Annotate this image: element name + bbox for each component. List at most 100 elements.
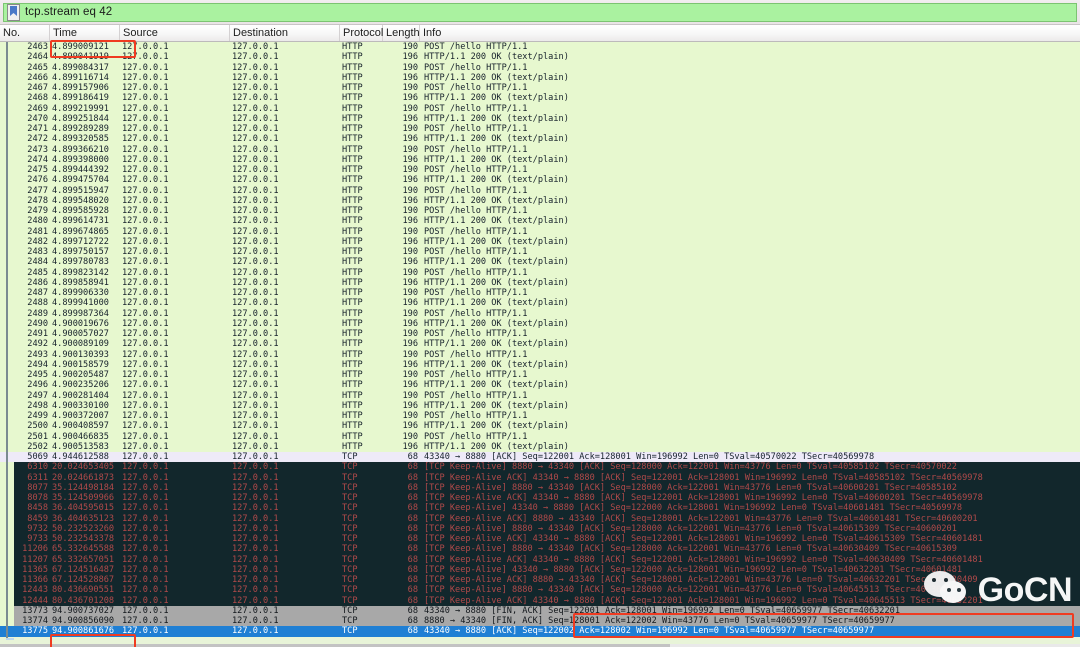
packet-length: 68: [385, 585, 418, 595]
packet-row[interactable]: 1244380.436690551127.0.0.1127.0.0.1TCP68…: [0, 585, 1080, 595]
packet-protocol: TCP: [342, 585, 358, 595]
packet-row[interactable]: 25004.900408597127.0.0.1127.0.0.1HTTP196…: [0, 421, 1080, 431]
packet-row[interactable]: 1120765.332657051127.0.0.1127.0.0.1TCP68…: [0, 555, 1080, 565]
column-header-no[interactable]: No.: [3, 27, 20, 39]
packet-time: 94.900737027: [52, 606, 114, 616]
packet-info: POST /hello HTTP/1.1: [424, 63, 527, 73]
packet-length: 68: [385, 493, 418, 503]
packet-row[interactable]: 24934.900130393127.0.0.1127.0.0.1HTTP190…: [0, 350, 1080, 360]
packet-row[interactable]: 807735.124498184127.0.0.1127.0.0.1TCP68[…: [0, 483, 1080, 493]
packet-no: 2469: [0, 104, 48, 114]
packet-row[interactable]: 24914.900057027127.0.0.1127.0.0.1HTTP190…: [0, 329, 1080, 339]
packet-row[interactable]: 24784.899548020127.0.0.1127.0.0.1HTTP196…: [0, 196, 1080, 206]
packet-row[interactable]: 24664.899116714127.0.0.1127.0.0.1HTTP196…: [0, 73, 1080, 83]
packet-row[interactable]: 25014.900466835127.0.0.1127.0.0.1HTTP190…: [0, 432, 1080, 442]
packet-info: 43340 → 8880 [FIN, ACK] Seq=122001 Ack=1…: [424, 606, 900, 616]
packet-time: 4.899585928: [52, 206, 109, 216]
packet-row[interactable]: 631120.024661873127.0.0.1127.0.0.1TCP68[…: [0, 473, 1080, 483]
packet-row[interactable]: 24724.899320585127.0.0.1127.0.0.1HTTP196…: [0, 134, 1080, 144]
packet-row[interactable]: 24654.899084317127.0.0.1127.0.0.1HTTP190…: [0, 63, 1080, 73]
packet-protocol: HTTP: [342, 411, 363, 421]
packet-destination: 127.0.0.1: [232, 237, 279, 247]
packet-row[interactable]: 24894.899987364127.0.0.1127.0.0.1HTTP190…: [0, 309, 1080, 319]
packet-no: 11366: [0, 575, 48, 585]
packet-row[interactable]: 845836.404595015127.0.0.1127.0.0.1TCP68[…: [0, 503, 1080, 513]
packet-protocol: TCP: [342, 514, 358, 524]
packet-info: HTTP/1.1 200 OK (text/plain): [424, 175, 569, 185]
packet-row[interactable]: 24704.899251844127.0.0.1127.0.0.1HTTP196…: [0, 114, 1080, 124]
packet-row[interactable]: 25024.900513583127.0.0.1127.0.0.1HTTP196…: [0, 442, 1080, 452]
packet-row[interactable]: 24884.899941000127.0.0.1127.0.0.1HTTP196…: [0, 298, 1080, 308]
packet-destination: 127.0.0.1: [232, 247, 279, 257]
packet-row[interactable]: 24734.899366210127.0.0.1127.0.0.1HTTP190…: [0, 145, 1080, 155]
packet-no: 2471: [0, 124, 48, 134]
packet-protocol: HTTP: [342, 134, 363, 144]
packet-row[interactable]: 24774.899515947127.0.0.1127.0.0.1HTTP190…: [0, 186, 1080, 196]
packet-row[interactable]: 24974.900281404127.0.0.1127.0.0.1HTTP190…: [0, 391, 1080, 401]
packet-row[interactable]: 24964.900235206127.0.0.1127.0.0.1HTTP196…: [0, 380, 1080, 390]
packet-time: 20.024653405: [52, 462, 114, 472]
packet-row[interactable]: 24794.899585928127.0.0.1127.0.0.1HTTP190…: [0, 206, 1080, 216]
packet-row[interactable]: 24874.899906330127.0.0.1127.0.0.1HTTP190…: [0, 288, 1080, 298]
packet-row[interactable]: 1377494.900856090127.0.0.1127.0.0.1TCP68…: [0, 616, 1080, 626]
packet-source: 127.0.0.1: [122, 606, 169, 616]
packet-info: [TCP Keep-Alive ACK] 8880 → 43340 [ACK] …: [424, 575, 978, 585]
packet-row[interactable]: 24714.899289289127.0.0.1127.0.0.1HTTP190…: [0, 124, 1080, 134]
column-header-info[interactable]: Info: [423, 27, 441, 39]
packet-row[interactable]: 24844.899780783127.0.0.1127.0.0.1HTTP196…: [0, 257, 1080, 267]
column-header-length[interactable]: Length: [386, 27, 420, 39]
packet-row[interactable]: 807835.124509966127.0.0.1127.0.0.1TCP68[…: [0, 493, 1080, 503]
packet-row[interactable]: 1244480.436701208127.0.0.1127.0.0.1TCP68…: [0, 596, 1080, 606]
packet-list[interactable]: 24634.899009121127.0.0.1127.0.0.1HTTP190…: [0, 42, 1080, 647]
display-filter-input[interactable]: tcp.stream eq 42: [3, 3, 1077, 22]
packet-source: 127.0.0.1: [122, 73, 169, 83]
packet-row[interactable]: 24754.899444392127.0.0.1127.0.0.1HTTP190…: [0, 165, 1080, 175]
column-header-time[interactable]: Time: [53, 27, 77, 39]
bookmark-icon[interactable]: [7, 4, 20, 21]
packet-destination: 127.0.0.1: [232, 616, 279, 626]
packet-length: 196: [385, 93, 418, 103]
packet-row[interactable]: 973250.232523260127.0.0.1127.0.0.1TCP68[…: [0, 524, 1080, 534]
packet-row[interactable]: 1377394.900737027127.0.0.1127.0.0.1TCP68…: [0, 606, 1080, 616]
packet-length: 196: [385, 339, 418, 349]
packet-no: 2489: [0, 309, 48, 319]
packet-row[interactable]: 1377594.900861676127.0.0.1127.0.0.1TCP68…: [0, 626, 1080, 636]
packet-length: 190: [385, 145, 418, 155]
packet-row[interactable]: 631020.024653405127.0.0.1127.0.0.1TCP68[…: [0, 462, 1080, 472]
packet-no: 2466: [0, 73, 48, 83]
packet-row[interactable]: 24994.900372007127.0.0.1127.0.0.1HTTP190…: [0, 411, 1080, 421]
packet-row[interactable]: 24904.900019676127.0.0.1127.0.0.1HTTP196…: [0, 319, 1080, 329]
column-header-destination[interactable]: Destination: [233, 27, 288, 39]
packet-row[interactable]: 24924.900089109127.0.0.1127.0.0.1HTTP196…: [0, 339, 1080, 349]
packet-row[interactable]: 24834.899750157127.0.0.1127.0.0.1HTTP190…: [0, 247, 1080, 257]
column-header-source[interactable]: Source: [123, 27, 158, 39]
packet-row[interactable]: 973350.232543378127.0.0.1127.0.0.1TCP68[…: [0, 534, 1080, 544]
packet-length: 196: [385, 155, 418, 165]
packet-row[interactable]: 1136667.124528867127.0.0.1127.0.0.1TCP68…: [0, 575, 1080, 585]
packet-row[interactable]: 24764.899475704127.0.0.1127.0.0.1HTTP196…: [0, 175, 1080, 185]
packet-row[interactable]: 24984.900330100127.0.0.1127.0.0.1HTTP196…: [0, 401, 1080, 411]
packet-row[interactable]: 1120665.332645588127.0.0.1127.0.0.1TCP68…: [0, 544, 1080, 554]
packet-row[interactable]: 24684.899186419127.0.0.1127.0.0.1HTTP196…: [0, 93, 1080, 103]
packet-length: 68: [385, 514, 418, 524]
column-header-protocol[interactable]: Protocol: [343, 27, 383, 39]
packet-row[interactable]: 24864.899858941127.0.0.1127.0.0.1HTTP196…: [0, 278, 1080, 288]
packet-row[interactable]: 50694.944612588127.0.0.1127.0.0.1TCP6843…: [0, 452, 1080, 462]
packet-row[interactable]: 24954.900205487127.0.0.1127.0.0.1HTTP190…: [0, 370, 1080, 380]
packet-row[interactable]: 1136567.124516487127.0.0.1127.0.0.1TCP68…: [0, 565, 1080, 575]
packet-row[interactable]: 24694.899219991127.0.0.1127.0.0.1HTTP190…: [0, 104, 1080, 114]
packet-row[interactable]: 24854.899823142127.0.0.1127.0.0.1HTTP190…: [0, 268, 1080, 278]
packet-row[interactable]: 24644.899041919127.0.0.1127.0.0.1HTTP196…: [0, 52, 1080, 62]
packet-source: 127.0.0.1: [122, 257, 169, 267]
packet-row[interactable]: 24674.899157906127.0.0.1127.0.0.1HTTP190…: [0, 83, 1080, 93]
packet-row[interactable]: 24634.899009121127.0.0.1127.0.0.1HTTP190…: [0, 42, 1080, 52]
packet-info: HTTP/1.1 200 OK (text/plain): [424, 401, 569, 411]
packet-time: 4.900130393: [52, 350, 109, 360]
packet-row[interactable]: 24744.899398000127.0.0.1127.0.0.1HTTP196…: [0, 155, 1080, 165]
packet-no: 2484: [0, 257, 48, 267]
packet-row[interactable]: 24944.900158579127.0.0.1127.0.0.1HTTP196…: [0, 360, 1080, 370]
packet-row[interactable]: 24824.899712722127.0.0.1127.0.0.1HTTP196…: [0, 237, 1080, 247]
packet-row[interactable]: 845936.404635123127.0.0.1127.0.0.1TCP68[…: [0, 514, 1080, 524]
packet-row[interactable]: 24814.899674865127.0.0.1127.0.0.1HTTP190…: [0, 227, 1080, 237]
packet-row[interactable]: 24804.899614731127.0.0.1127.0.0.1HTTP196…: [0, 216, 1080, 226]
